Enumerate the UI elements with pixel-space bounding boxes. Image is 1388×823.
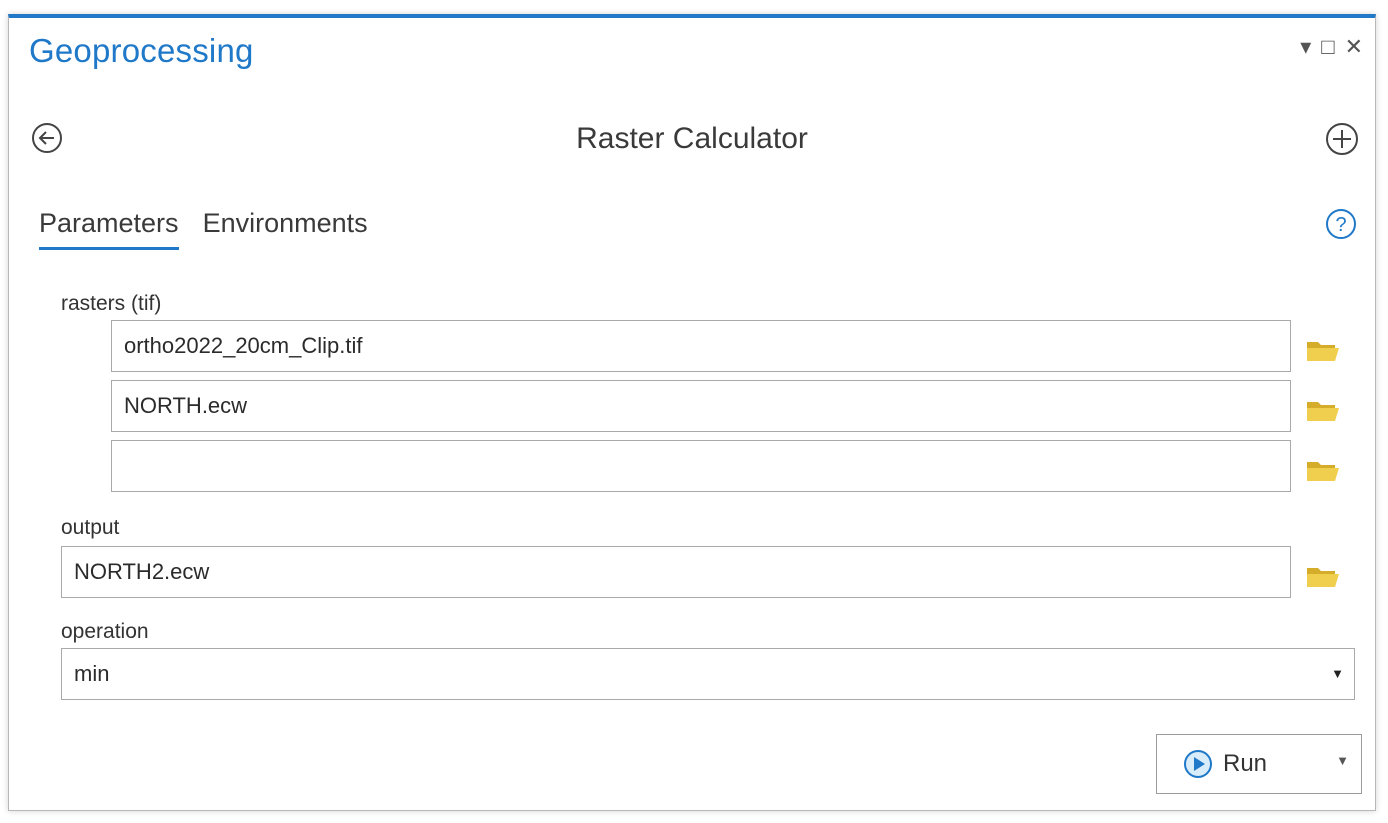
operation-label: operation [61, 620, 149, 643]
add-icon[interactable] [1325, 122, 1359, 156]
close-icon[interactable]: ✕ [1345, 36, 1363, 58]
output-field[interactable]: NORTH2.ecw [61, 546, 1291, 598]
maximize-icon[interactable]: □ [1321, 36, 1334, 58]
tool-title: Raster Calculator [576, 122, 808, 155]
operation-select[interactable]: min ▼ [61, 648, 1355, 700]
folder-icon[interactable] [1305, 336, 1341, 364]
tab-parameters[interactable]: Parameters [39, 208, 179, 250]
dropdown-caret-icon[interactable]: ▼ [1336, 753, 1349, 768]
folder-icon[interactable] [1305, 396, 1341, 424]
chevron-down-icon: ▼ [1331, 666, 1344, 681]
tab-environments[interactable]: Environments [203, 208, 368, 250]
run-button[interactable]: Run ▼ [1156, 734, 1362, 794]
pin-dropdown-icon[interactable]: ▾ [1300, 36, 1311, 58]
operation-value: min [74, 661, 110, 686]
output-label: output [61, 516, 120, 539]
window-controls: ▾ □ ✕ [1300, 36, 1363, 58]
tab-bar: Parameters Environments [39, 208, 368, 250]
raster-input-3[interactable] [111, 440, 1291, 492]
raster-input-2[interactable]: NORTH.ecw [111, 380, 1291, 432]
play-icon [1184, 750, 1212, 778]
folder-icon[interactable] [1305, 456, 1341, 484]
run-label: Run [1223, 750, 1268, 777]
folder-icon[interactable] [1305, 562, 1341, 590]
help-icon[interactable]: ? [1325, 208, 1357, 240]
rasters-label: rasters (tif) [61, 292, 162, 315]
pane-title: Geoprocessing [29, 32, 254, 69]
tool-header: Raster Calculator [9, 118, 1375, 164]
geoprocessing-pane: Geoprocessing ▾ □ ✕ Raster Calculator Pa… [8, 14, 1376, 811]
raster-input-1[interactable]: ortho2022_20cm_Clip.tif [111, 320, 1291, 372]
svg-text:?: ? [1335, 214, 1346, 236]
